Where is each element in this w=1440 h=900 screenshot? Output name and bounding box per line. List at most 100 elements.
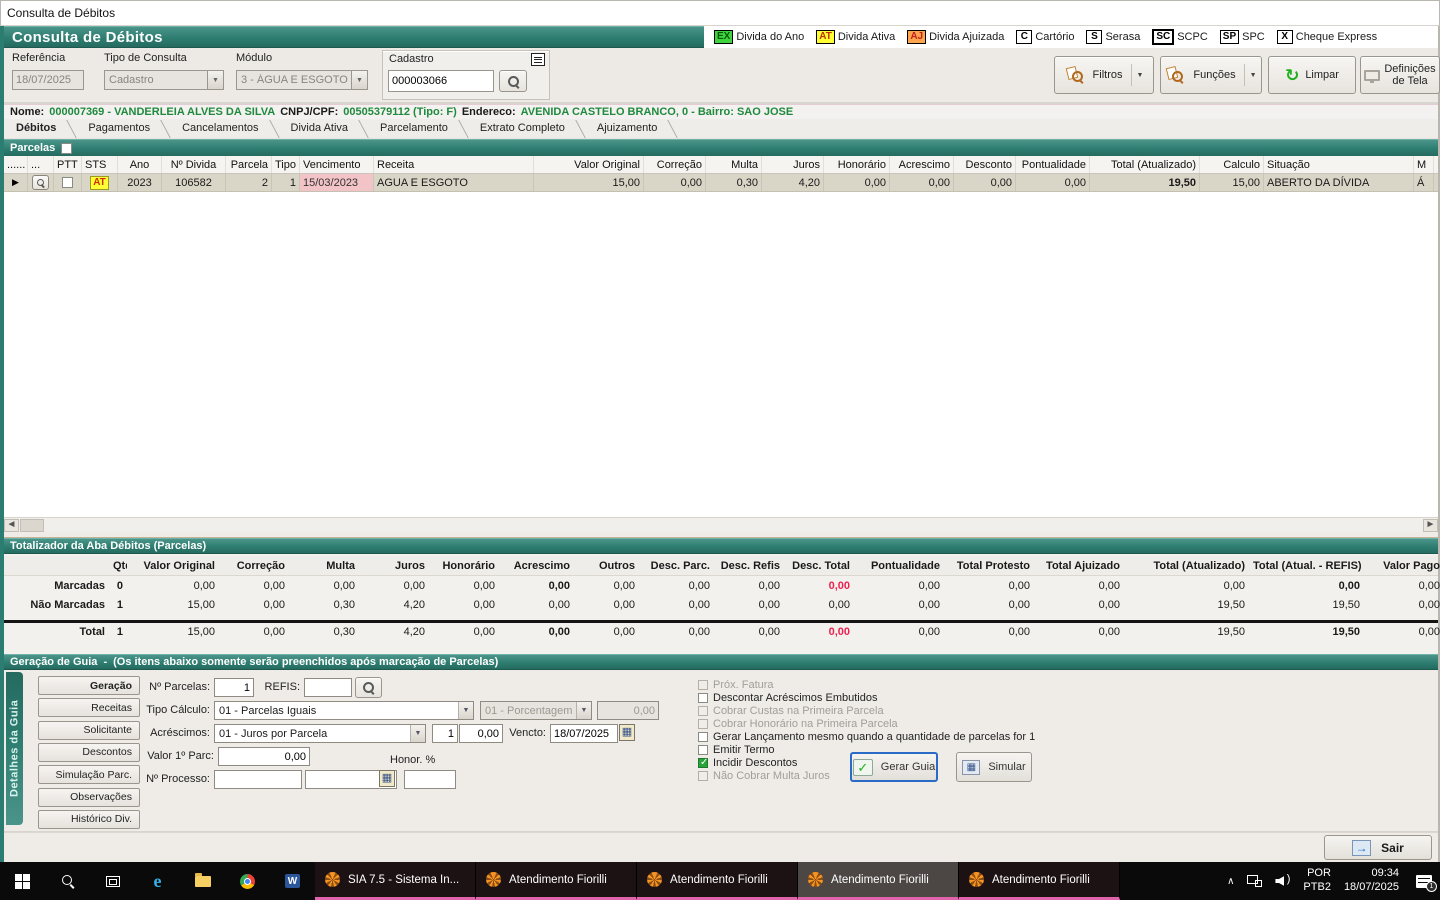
totalizador-cell: 0,00 — [429, 599, 499, 611]
chevron-down-icon[interactable]: ▼ — [410, 725, 425, 742]
legend-code-icon: AT — [816, 30, 835, 44]
tab-ajuizamento[interactable]: Ajuizamento — [587, 119, 680, 138]
filtros-button[interactable]: Filtros ▼ — [1054, 56, 1154, 94]
taskbar-app[interactable]: Atendimento Fiorilli — [798, 862, 959, 900]
refis-input[interactable] — [304, 678, 352, 697]
processo-input[interactable] — [214, 770, 302, 789]
totalizador-cell: 0,30 — [289, 599, 359, 611]
edge-button[interactable]: e — [135, 862, 180, 900]
guia-side-button-descontos[interactable]: Descontos — [38, 743, 140, 762]
row-checkbox[interactable] — [62, 177, 73, 188]
valor-parc-input[interactable] — [218, 747, 310, 766]
speaker-icon[interactable] — [1275, 875, 1290, 887]
definicoes-tela-button[interactable]: Definições de Tela — [1360, 56, 1440, 94]
sair-button[interactable]: → Sair — [1324, 835, 1432, 860]
totalizador-cell: 0,00 — [429, 580, 499, 592]
taskbar-search-button[interactable] — [45, 862, 90, 900]
n-parcelas-label: Nº Parcelas: — [142, 681, 210, 693]
funcoes-button[interactable]: Funções ▼ — [1160, 56, 1262, 94]
debits-col-header: Desconto — [954, 156, 1016, 173]
taskbar-app[interactable]: SIA 7.5 - Sistema In... — [315, 862, 476, 900]
detalhes-da-guia-tab[interactable]: Detalhes da Guia — [6, 672, 23, 825]
totalizador-col-header: Desc. Parc. — [639, 560, 714, 572]
tab-d-bitos[interactable]: Débitos — [6, 119, 78, 138]
guia-side-button-solicitante[interactable]: Solicitante — [38, 721, 140, 740]
checkbox[interactable] — [698, 693, 708, 703]
debits-col-header: Situação — [1264, 156, 1414, 173]
acrescimos-valor-input[interactable] — [459, 724, 503, 743]
guia-side-button-simula-o-parc-[interactable]: Simulação Parc. — [38, 765, 140, 784]
gerar-guia-button[interactable]: ✓ Gerar Guia — [850, 752, 938, 782]
totalizador-cell: 0,00 — [429, 626, 499, 638]
checkbox-label: Próx. Fatura — [713, 679, 774, 691]
tab-divida-ativa[interactable]: Divida Ativa — [281, 119, 370, 138]
legend-label: Divida Ativa — [838, 31, 895, 43]
tab-extrato-completo[interactable]: Extrato Completo — [470, 119, 587, 138]
tipo-calculo-select[interactable]: 01 - Parcelas Iguais ▼ — [214, 701, 474, 720]
tab-parcelamento[interactable]: Parcelamento — [370, 119, 470, 138]
modulo-select[interactable]: 3 - ÁGUA E ESGOTO ▼ — [236, 70, 368, 90]
cadastro-input[interactable] — [388, 70, 494, 92]
guia-side-button-observa-es[interactable]: Observações — [38, 788, 140, 807]
guia-side-button-gera-o[interactable]: Geração — [38, 676, 140, 695]
taskbar-app[interactable]: Atendimento Fiorilli — [959, 862, 1120, 900]
scroll-right-icon[interactable]: ► — [1423, 519, 1438, 532]
screen: Consulta de Débitos Consulta de Débitos … — [0, 0, 1440, 900]
totalizador-cell: 0,00 — [127, 580, 219, 592]
refis-search-button[interactable] — [355, 677, 382, 698]
honor-input[interactable] — [404, 770, 456, 789]
parcelas-checkbox[interactable] — [61, 143, 72, 154]
row-search-button[interactable] — [32, 175, 49, 190]
calculator-icon[interactable]: ▦ — [379, 770, 395, 787]
debits-data-row[interactable]: ▶AT20231065822115/03/2023AGUA E ESGOTO15… — [4, 174, 1438, 192]
funcoes-label: Funções — [1193, 69, 1235, 81]
tipo-consulta-select[interactable]: Cadastro ▼ — [104, 70, 224, 90]
list-icon[interactable] — [531, 53, 545, 66]
notification-icon[interactable]: 1 — [1416, 875, 1432, 888]
tab-cancelamentos[interactable]: Cancelamentos — [172, 119, 280, 138]
refis-label: REFIS: — [258, 681, 300, 693]
clock[interactable]: 09:34 18/07/2025 — [1344, 867, 1399, 895]
acrescimos-select[interactable]: 01 - Juros por Parcela ▼ — [214, 724, 426, 743]
simular-button[interactable]: ▦ Simular — [956, 752, 1032, 782]
word-button[interactable]: W — [270, 862, 315, 900]
acrescimos-qtd-input[interactable] — [432, 724, 458, 743]
chevron-down-icon[interactable]: ▼ — [458, 702, 473, 719]
taskbar: e W SIA 7.5 - Sistema In...Atendimento F… — [0, 862, 1440, 900]
chevron-down-icon[interactable]: ▼ — [351, 71, 367, 89]
calendar-icon[interactable]: ▦ — [619, 724, 635, 741]
chrome-button[interactable] — [225, 862, 270, 900]
tray-chevron-icon[interactable]: ∧ — [1227, 876, 1234, 887]
referencia-input[interactable] — [12, 70, 84, 90]
legend-label: Divida Ajuizada — [929, 31, 1004, 43]
start-button[interactable] — [0, 862, 45, 900]
file-explorer-button[interactable] — [180, 862, 225, 900]
tab-pagamentos[interactable]: Pagamentos — [78, 119, 172, 138]
checkbox[interactable] — [698, 758, 708, 768]
guia-side-button-hist-rico-div-[interactable]: Histórico Div. — [38, 810, 140, 829]
checkbox-label: Gerar Lançamento mesmo quando a quantida… — [713, 731, 1035, 743]
cadastro-search-button[interactable] — [499, 70, 527, 92]
totalizador-col-header: Honorário — [429, 560, 499, 572]
taskbar-app[interactable]: Atendimento Fiorilli — [476, 862, 637, 900]
valor-parc-label: Valor 1º Parc: — [142, 750, 214, 762]
checkbox[interactable] — [698, 732, 708, 742]
network-icon[interactable] — [1247, 875, 1262, 887]
n-parcelas-input[interactable] — [214, 678, 254, 697]
person-bar: Nome: 000007369 - VANDERLEIA ALVES DA SI… — [4, 104, 1438, 119]
vencto-input[interactable] — [550, 724, 618, 743]
checkbox[interactable] — [698, 745, 708, 755]
scrollbar-thumb[interactable] — [20, 519, 44, 532]
horizontal-scrollbar[interactable]: ◄ ► — [4, 517, 1438, 532]
language-indicator[interactable]: POR PTB2 — [1303, 867, 1331, 895]
scroll-left-icon[interactable]: ◄ — [4, 519, 19, 532]
legend-x: XCheque Express — [1277, 30, 1377, 44]
query-toolbar: Referência Tipo de Consulta Cadastro ▼ M… — [4, 48, 1438, 104]
task-view-button[interactable] — [90, 862, 135, 900]
guia-side-button-receitas[interactable]: Receitas — [38, 698, 140, 717]
chevron-down-icon[interactable]: ▼ — [207, 71, 223, 89]
tipo-consulta-value: Cadastro — [105, 74, 207, 86]
taskbar-app[interactable]: Atendimento Fiorilli — [637, 862, 798, 900]
checkbox — [698, 771, 708, 781]
limpar-button[interactable]: ↻ Limpar — [1268, 56, 1356, 94]
